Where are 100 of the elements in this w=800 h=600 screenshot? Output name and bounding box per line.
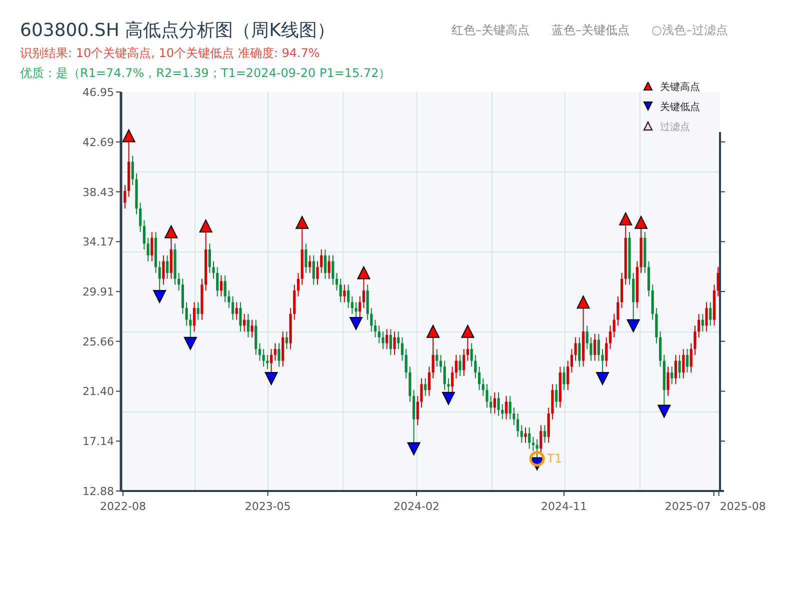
candlestick [285, 330, 288, 350]
candlestick [332, 254, 334, 286]
candlestick [362, 278, 366, 309]
candlestick [335, 272, 338, 292]
low-point-marker [626, 319, 640, 333]
candlestick [416, 395, 419, 426]
candlestick [347, 284, 350, 309]
high-point-marker [295, 215, 309, 229]
y-tick-label: 17.14 [82, 435, 114, 448]
candlestick [682, 348, 685, 379]
candlestick [262, 348, 265, 368]
candlestick [504, 395, 508, 420]
candlestick [690, 342, 692, 373]
candlestick [512, 407, 516, 426]
high-point-marker [164, 224, 178, 238]
candlestick [551, 384, 554, 420]
y-tick-label: 34.17 [82, 236, 114, 249]
candlestick [366, 284, 369, 320]
candlestick [189, 313, 192, 338]
candlestick [354, 302, 358, 318]
candlestick [436, 348, 438, 368]
candlestick [447, 378, 450, 393]
candlestick [254, 319, 258, 356]
high-point-marker [460, 324, 475, 338]
candlestick [454, 354, 458, 379]
candlestick [389, 328, 392, 356]
candlestick [608, 325, 612, 350]
candlestick [274, 342, 276, 362]
candlestick [343, 284, 346, 303]
candlestick [393, 330, 396, 356]
high-point-marker [199, 218, 213, 232]
legend-text: 红色–关键高点 [452, 22, 530, 38]
y-tick-label: 29.91 [82, 286, 114, 299]
candlestick [659, 330, 662, 368]
candlestick [166, 254, 169, 280]
candlestick [386, 328, 388, 350]
candlestick [258, 342, 262, 362]
candlestick [458, 354, 462, 376]
candlestick [490, 395, 492, 414]
candlestick [296, 272, 300, 297]
candlestick [443, 360, 446, 391]
candlestick [196, 302, 200, 320]
candlestick [632, 272, 635, 320]
candlestick [439, 354, 442, 373]
candlestick [497, 392, 500, 416]
candlestick [278, 342, 280, 368]
candlestick [678, 354, 681, 379]
low-legend-marker [643, 102, 653, 112]
candlestick [150, 231, 154, 262]
x-tick-label: 2024-11 [541, 500, 587, 513]
candlestick [178, 272, 180, 292]
y-tick-label: 21.40 [82, 385, 114, 398]
candlestick [170, 237, 172, 280]
candlestick [250, 319, 254, 338]
candlestick [705, 302, 708, 332]
t1-label: T1 [547, 452, 562, 466]
candlestick [451, 366, 454, 393]
candlestick [486, 384, 488, 408]
candlestick [142, 220, 146, 250]
candlestick [508, 395, 512, 420]
candlestick [181, 278, 184, 314]
candlestick [474, 354, 477, 379]
chart-title: 603800.SH 高低点分析图（周K线图） [20, 19, 335, 42]
candlestick [370, 308, 373, 332]
candlestick [139, 202, 142, 232]
t1-circle [529, 451, 545, 466]
candlestick [324, 249, 327, 280]
candlestick [308, 254, 312, 274]
candlestick [146, 237, 150, 262]
candlestick [404, 348, 408, 379]
candlestick [235, 302, 238, 320]
low-point-marker [657, 404, 671, 418]
candlestick [540, 424, 542, 455]
candlestick [382, 330, 384, 350]
low-point-marker [442, 392, 456, 406]
candlestick [532, 436, 534, 452]
low-point-marker [406, 442, 421, 456]
candlestick [220, 274, 223, 297]
candlestick [124, 184, 126, 210]
candlestick [304, 243, 308, 274]
candlestick [597, 333, 600, 362]
high-point-marker [356, 266, 371, 280]
low-point-marker [596, 372, 610, 386]
candlestick [378, 325, 380, 344]
candlestick [239, 302, 242, 332]
candlestick [616, 296, 620, 326]
high-point-marker [634, 215, 648, 229]
x-tick-label: 2025-07 [664, 500, 711, 513]
candlestick [647, 260, 650, 297]
candlestick [666, 366, 670, 396]
high-point-marker [618, 212, 632, 226]
candlestick [594, 333, 596, 362]
candlestick [590, 336, 592, 362]
candlestick [270, 348, 273, 373]
candlestick [216, 266, 219, 297]
candlestick [192, 302, 196, 332]
candlestick [562, 366, 566, 391]
candlestick [570, 348, 574, 373]
low-point-marker [349, 316, 363, 331]
candlestick [408, 366, 412, 402]
